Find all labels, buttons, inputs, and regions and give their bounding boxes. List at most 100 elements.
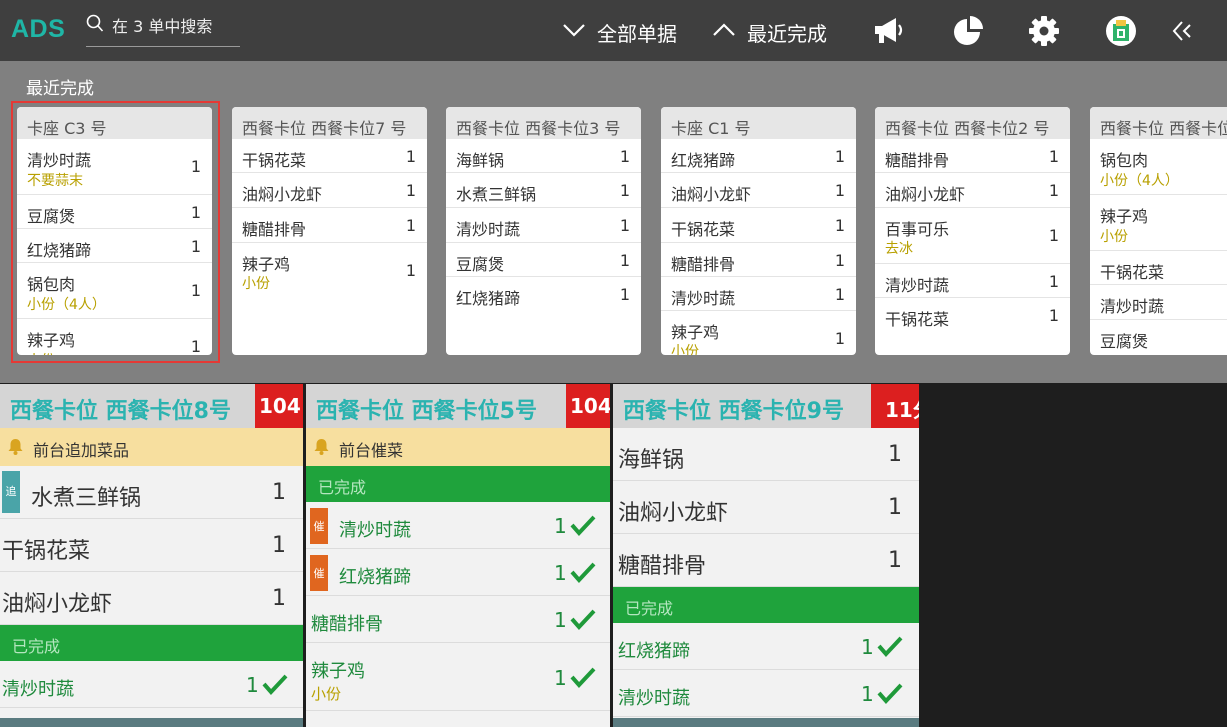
recent-order-card[interactable]: 西餐卡位 西餐卡位2 号 糖醋排骨 1 油焖小龙虾 1 百事可乐 去冰 1 清炒…: [875, 107, 1070, 355]
order-ticket[interactable]: 西餐卡位 西餐卡位5号 104 前台催菜 已完成 催 清炒时蔬 1 催 红烧猪蹄…: [306, 384, 610, 727]
item-name: 水煮三鲜锅: [31, 486, 142, 511]
item-note: 小份: [311, 685, 342, 703]
ticket-table-name: 西餐卡位 西餐卡位8号: [10, 399, 231, 424]
check-icon: [877, 683, 903, 704]
item-name: 锅包肉: [1100, 151, 1149, 170]
item-qty: 1: [834, 285, 845, 304]
item-name: 糖醋排骨: [671, 255, 736, 274]
card-item: 水煮三鲜锅 1: [446, 173, 641, 208]
done-item[interactable]: 清炒时蔬 1: [613, 670, 919, 717]
item-name: 豆腐煲: [1100, 332, 1149, 351]
item-qty: 1: [861, 682, 874, 706]
ticket-item[interactable]: 追 水煮三鲜锅 1: [0, 466, 303, 519]
search-input[interactable]: [112, 14, 238, 38]
check-icon: [570, 515, 596, 536]
item-qty: 1: [246, 673, 259, 697]
card-table-title: 西餐卡位 西餐卡位7 号: [232, 107, 427, 139]
card-table-title: 西餐卡位 西餐卡位3 号: [446, 107, 641, 139]
item-name: 辣子鸡: [671, 323, 720, 342]
order-ticket[interactable]: 西餐卡位 西餐卡位8号 104 前台追加菜品 追 水煮三鲜锅 1 干锅花菜 1 …: [0, 384, 303, 727]
item-qty: 1: [619, 147, 630, 166]
card-table-title: 西餐卡位 西餐卡位2 号: [875, 107, 1070, 139]
card-item: 百事可乐 去冰 1: [875, 208, 1070, 264]
done-group-label: 已完成: [12, 637, 61, 656]
recent-order-card[interactable]: 西餐卡位 西餐卡位3 号 海鲜锅 1 水煮三鲜锅 1 清炒时蔬 1 豆腐煲 1 …: [446, 107, 641, 355]
item-qty: 1: [834, 147, 845, 166]
ticket-alert-text: 前台追加菜品: [33, 441, 130, 460]
recent-order-card[interactable]: 西餐卡位 西餐卡位 锅包肉 小份（4人） 辣子鸡 小份 干锅花菜 清炒时蔬 豆腐…: [1090, 107, 1227, 355]
item-qty: 1: [554, 666, 567, 690]
ticket-header: 西餐卡位 西餐卡位8号 104: [0, 384, 303, 428]
item-qty: 1: [861, 635, 874, 659]
item-name: 清炒时蔬: [1100, 297, 1165, 316]
check-icon: [570, 562, 596, 583]
done-item[interactable]: 催 清炒时蔬 1: [306, 502, 610, 549]
card-item: 海鲜锅 1: [446, 139, 641, 173]
user-avatar-icon[interactable]: [1103, 14, 1139, 48]
ticket-table-name: 西餐卡位 西餐卡位9号: [623, 399, 844, 424]
item-qty: 1: [834, 329, 845, 348]
item-qty: 1: [834, 181, 845, 200]
ticket-item[interactable]: 油焖小龙虾 1: [0, 572, 303, 625]
item-qty: 1: [405, 216, 416, 235]
item-name: 清炒时蔬: [456, 220, 521, 239]
item-name: 糖醋排骨: [242, 220, 307, 239]
gear-icon[interactable]: [1026, 14, 1062, 48]
pie-chart-icon[interactable]: [951, 14, 987, 48]
item-qty: 1: [405, 261, 416, 280]
done-item[interactable]: 糖醋排骨 1: [306, 596, 610, 643]
order-ticket[interactable]: 西餐卡位 西餐卡位9号 11分 海鲜锅 1 油焖小龙虾 1 糖醋排骨 1 已完成…: [613, 384, 919, 727]
card-item: 豆腐煲: [1090, 320, 1227, 355]
item-qty: 1: [619, 181, 630, 200]
collapse-icon[interactable]: [1168, 16, 1204, 50]
recent-order-card[interactable]: 卡座 C1 号 红烧猪蹄 1 油焖小龙虾 1 干锅花菜 1 糖醋排骨 1 清炒时…: [661, 107, 856, 355]
item-name: 干锅花菜: [2, 539, 91, 564]
search-box[interactable]: [86, 13, 240, 47]
item-qty: 1: [888, 442, 902, 467]
item-qty: 1: [619, 216, 630, 235]
ticket-number-badge: 104: [566, 384, 610, 428]
item-name: 清炒时蔬: [2, 679, 74, 700]
item-name: 辣子鸡: [242, 255, 291, 274]
done-item[interactable]: 清炒时蔬 1: [0, 661, 303, 708]
card-table-title: 西餐卡位 西餐卡位: [1090, 107, 1227, 139]
ticket-footer-bar: [0, 718, 303, 727]
bell-icon: [314, 439, 329, 455]
item-name: 辣子鸡: [311, 661, 365, 682]
chevron-up-icon: [713, 23, 735, 36]
done-item[interactable]: 辣子鸡 小份 1: [306, 643, 610, 711]
done-group-header: 已完成: [306, 466, 610, 502]
card-item: 豆腐煲 1: [446, 243, 641, 277]
item-name: 豆腐煲: [456, 255, 505, 274]
item-name: 辣子鸡: [1100, 207, 1149, 226]
card-item: 糖醋排骨 1: [661, 243, 856, 277]
urge-tag: 催: [310, 508, 328, 544]
item-qty: 1: [619, 285, 630, 304]
add-tag: 追: [2, 471, 20, 513]
card-item: 糖醋排骨 1: [875, 139, 1070, 173]
ticket-item[interactable]: 油焖小龙虾 1: [613, 481, 919, 534]
card-item: 辣子鸡 小份 1: [661, 311, 856, 355]
item-name: 清炒时蔬: [618, 688, 690, 709]
ticket-item[interactable]: 糖醋排骨 1: [613, 534, 919, 587]
card-item: 糖醋排骨 1: [232, 208, 427, 243]
item-name: 红烧猪蹄: [456, 289, 521, 308]
card-item: 干锅花菜: [1090, 251, 1227, 285]
item-name: 糖醋排骨: [885, 151, 950, 170]
done-item[interactable]: 催 红烧猪蹄 1: [306, 549, 610, 596]
item-name: 干锅花菜: [1100, 263, 1165, 282]
ticket-item[interactable]: 海鲜锅 1: [613, 428, 919, 481]
recent-order-card[interactable]: 西餐卡位 西餐卡位7 号 干锅花菜 1 油焖小龙虾 1 糖醋排骨 1 辣子鸡 小…: [232, 107, 427, 355]
card-item: 油焖小龙虾 1: [661, 173, 856, 208]
item-name: 海鲜锅: [618, 448, 685, 473]
item-name: 红烧猪蹄: [339, 567, 411, 588]
done-item[interactable]: 红烧猪蹄 1: [613, 623, 919, 670]
ticket-item[interactable]: 干锅花菜 1: [0, 519, 303, 572]
item-qty: 1: [554, 514, 567, 538]
card-item: 红烧猪蹄 1: [446, 277, 641, 311]
check-icon: [570, 609, 596, 630]
megaphone-icon[interactable]: [872, 14, 908, 48]
item-qty: 1: [1048, 306, 1059, 325]
item-qty: 1: [834, 216, 845, 235]
item-name: 油焖小龙虾: [671, 185, 752, 204]
